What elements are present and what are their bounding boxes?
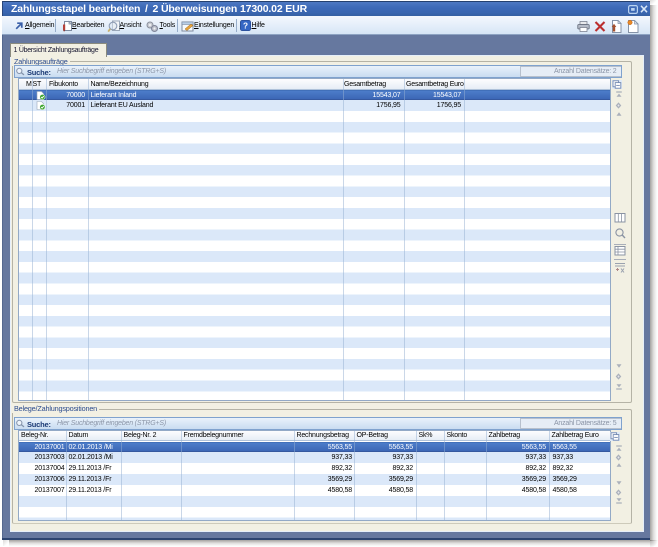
svg-text:?: ? [243,22,248,31]
